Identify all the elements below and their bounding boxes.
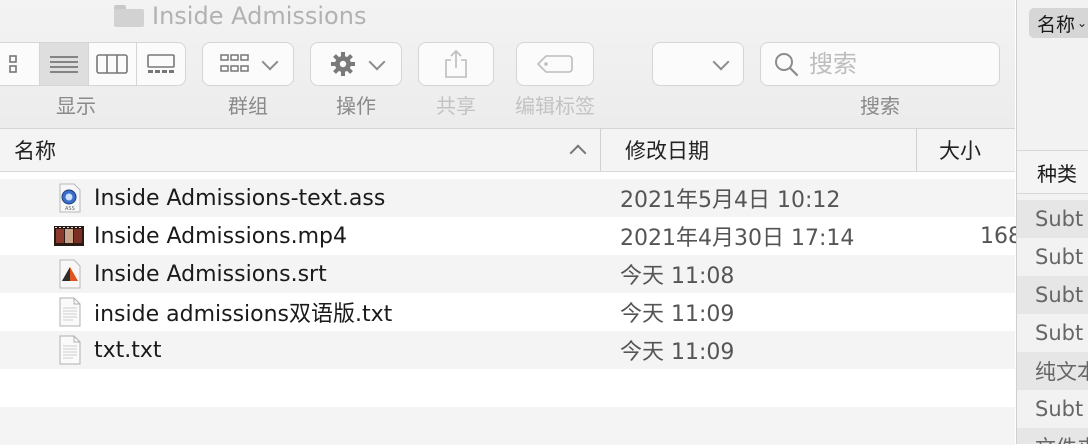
share-icon: [445, 49, 467, 78]
group-button[interactable]: [202, 42, 294, 86]
file-name: txt.txt: [94, 337, 162, 363]
kind-cell: 纯文本: [1017, 352, 1088, 390]
chevron-down-icon: [261, 53, 279, 70]
name-column-header[interactable]: 名称: [14, 129, 600, 171]
view-mode-control: [0, 42, 186, 86]
kind-cell: Subt: [1017, 276, 1088, 314]
file-name: Inside Admissions.mp4: [94, 223, 347, 249]
modified-column-header[interactable]: 修改日期: [600, 129, 916, 171]
chevron-down-icon: ⌄: [1077, 16, 1088, 30]
search-label: 搜索: [860, 94, 900, 118]
empty-row-stripes: [0, 369, 1015, 445]
svg-text:ASS: ASS: [65, 206, 75, 212]
file-modified: 今天 11:08: [620, 264, 735, 289]
kind-list: Subt Subt Subt Subt 纯文本 Subt 文件夹: [1017, 200, 1088, 444]
size-column-label: 大小: [939, 139, 981, 163]
kind-cell: Subt: [1035, 321, 1084, 345]
size-column-header[interactable]: 大小: [916, 129, 1015, 171]
tag-icon: [536, 55, 573, 73]
empty-row: [0, 369, 1015, 407]
edit-tags-button[interactable]: [516, 42, 594, 86]
sort-by-button[interactable]: 名称 ⌄: [1029, 8, 1088, 38]
chevron-down-icon: [368, 53, 386, 70]
file-modified: 今天 11:09: [620, 340, 735, 365]
srt-file-icon: [59, 259, 81, 289]
list-view-button[interactable]: [39, 43, 89, 85]
kind-column-header[interactable]: 种类: [1017, 150, 1088, 194]
group-label: 群组: [228, 94, 268, 118]
window-title: Inside Admissions: [114, 0, 366, 32]
share-button[interactable]: [418, 42, 494, 86]
view-label: 显示: [56, 94, 96, 118]
toolbar: Inside Admissions 显示 群组 操作 共享 编辑标签 搜索 搜索: [0, 0, 1015, 129]
icon-view-icon: [9, 55, 17, 73]
ass-file-icon: ASS: [59, 183, 81, 213]
kind-column-label: 种类: [1037, 161, 1077, 186]
text-file-icon: [59, 297, 81, 327]
kind-cell: Subt: [1035, 245, 1084, 269]
gallery-view-button[interactable]: [137, 43, 185, 85]
column-header: 名称 修改日期 大小: [0, 129, 1015, 172]
search-icon: [775, 53, 799, 77]
empty-row: [0, 407, 1015, 445]
gallery-view-icon: [147, 54, 175, 73]
action-button[interactable]: [310, 42, 402, 86]
gear-icon: [331, 52, 355, 76]
folder-icon: [114, 5, 144, 27]
kind-cell: 文件夹: [1017, 428, 1088, 444]
file-name: Inside Admissions.srt: [94, 261, 327, 287]
search-input[interactable]: [807, 49, 991, 79]
window-title-text: Inside Admissions: [152, 2, 367, 30]
adjacent-window-panel: 名称 ⌄ 种类 Subt Subt Subt Subt 纯文本 Subt 文件夹: [1016, 0, 1088, 444]
column-view-button[interactable]: [89, 43, 138, 85]
group-icon: [220, 54, 249, 72]
edit-tags-label: 编辑标签: [515, 94, 595, 118]
chevron-down-icon: [712, 53, 730, 70]
extra-dropdown[interactable]: [652, 42, 744, 86]
file-row[interactable]: Inside Admissions.mp4 2021年4月30日 17:14 1…: [0, 217, 1022, 255]
file-row[interactable]: inside admissions双语版.txt 今天 11:09: [0, 293, 1015, 331]
file-row[interactable]: Inside Admissions.srt 今天 11:08: [0, 255, 1015, 293]
file-list: ASS Inside Admissions-text.ass 2021年5月4日…: [0, 179, 1022, 369]
text-file-icon: [59, 335, 81, 365]
file-row[interactable]: txt.txt 今天 11:09: [0, 331, 1015, 369]
kind-cell: Subt: [1017, 200, 1088, 238]
share-label: 共享: [436, 94, 476, 118]
file-modified: 2021年5月4日 10:12: [620, 188, 841, 213]
file-name: inside admissions双语版.txt: [94, 302, 393, 327]
modified-column-label: 修改日期: [625, 139, 709, 163]
list-view-icon: [49, 56, 78, 73]
file-name: Inside Admissions-text.ass: [94, 185, 386, 211]
column-view-icon: [96, 54, 129, 74]
kind-cell: Subt: [1035, 397, 1084, 421]
file-row[interactable]: ASS Inside Admissions-text.ass 2021年5月4日…: [0, 179, 1015, 217]
action-label: 操作: [336, 94, 376, 118]
file-modified: 今天 11:09: [620, 302, 735, 327]
video-thumbnail-icon: [54, 226, 84, 246]
icon-view-button[interactable]: [0, 43, 40, 85]
file-modified: 2021年4月30日 17:14: [620, 226, 855, 251]
sort-by-label: 名称: [1037, 13, 1076, 36]
name-column-label: 名称: [14, 139, 56, 163]
search-field[interactable]: [760, 42, 1000, 86]
